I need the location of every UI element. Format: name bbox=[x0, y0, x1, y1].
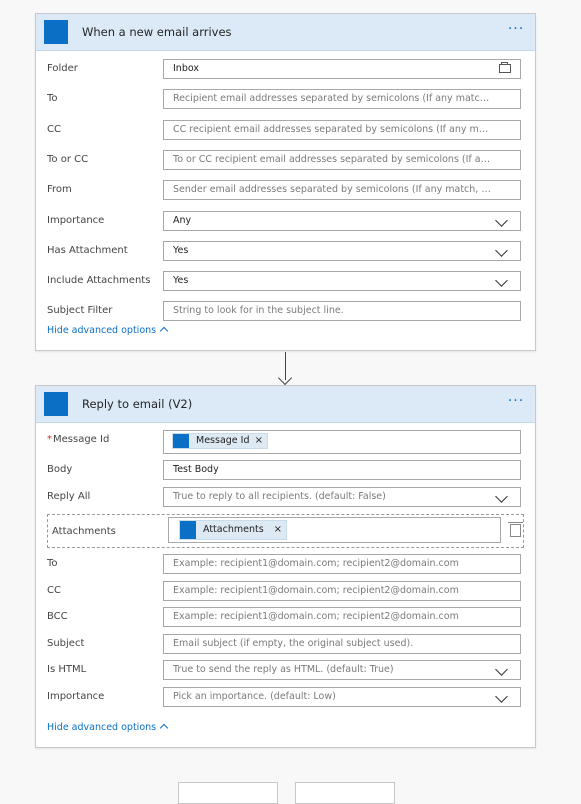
folder-field[interactable]: Inbox bbox=[163, 59, 521, 79]
subject-field[interactable]: Email subject (if empty, the original su… bbox=[163, 633, 521, 654]
importance-dropdown[interactable]: Pick an importance. (default: Low) bbox=[163, 686, 521, 707]
hide-advanced-options-label: Hide advanced options bbox=[47, 325, 157, 336]
from-field[interactable]: Sender email addresses separated by semi… bbox=[163, 180, 521, 201]
field-label-to-or-cc: To or CC bbox=[47, 153, 89, 165]
importance-dropdown[interactable]: Any bbox=[163, 210, 521, 231]
card-title: Reply to email (V2) bbox=[82, 397, 193, 411]
trigger-card-header[interactable]: When a new email arrives ··· bbox=[36, 14, 535, 51]
cc-placeholder: Example: recipient1@domain.com; recipien… bbox=[173, 584, 459, 596]
field-label-subject: Subject bbox=[47, 637, 85, 649]
remove-token-icon[interactable]: × bbox=[274, 521, 282, 539]
field-label-bcc: BCC bbox=[47, 611, 68, 622]
more-options-icon[interactable]: ··· bbox=[506, 392, 526, 410]
include-attachments-dropdown[interactable]: Yes bbox=[163, 271, 521, 292]
field-label-cc: CC bbox=[47, 584, 61, 596]
subject-filter-placeholder: String to look for in the subject line. bbox=[173, 305, 344, 317]
field-label-to: To bbox=[47, 558, 58, 569]
has-attachment-value: Yes bbox=[173, 244, 189, 256]
field-label-has-attachment: Has Attachment bbox=[47, 244, 128, 256]
folder-picker-icon[interactable] bbox=[499, 62, 511, 73]
chevron-up-icon bbox=[159, 326, 169, 336]
more-options-icon[interactable]: ··· bbox=[506, 20, 526, 38]
cc-field[interactable]: CC recipient email addresses separated b… bbox=[163, 119, 521, 140]
folder-value: Inbox bbox=[173, 63, 199, 74]
body-value: Test Body bbox=[173, 464, 219, 475]
token-label: Attachments bbox=[203, 524, 264, 535]
chevron-down-icon[interactable] bbox=[495, 689, 508, 703]
field-label-to: To bbox=[47, 93, 58, 105]
chevron-down-icon[interactable] bbox=[495, 663, 508, 676]
is-html-dropdown[interactable]: True to send the reply as HTML. (default… bbox=[163, 660, 521, 680]
field-label-subject-filter: Subject Filter bbox=[47, 305, 113, 317]
is-html-placeholder: True to send the reply as HTML. (default… bbox=[173, 664, 394, 675]
bcc-field[interactable]: Example: recipient1@domain.com; recipien… bbox=[163, 607, 521, 627]
reply-all-placeholder: True to reply to all recipients. (defaul… bbox=[173, 491, 386, 502]
field-label-message-id: *Message Id bbox=[47, 434, 109, 445]
cc-placeholder: CC recipient email addresses separated b… bbox=[173, 123, 492, 135]
hide-advanced-options-label: Hide advanced options bbox=[47, 722, 157, 733]
field-label-is-html: Is HTML bbox=[47, 664, 87, 675]
attachments-field[interactable]: Attachments × bbox=[168, 517, 501, 543]
required-mark: * bbox=[47, 434, 52, 445]
subject-placeholder: Email subject (if empty, the original su… bbox=[173, 637, 414, 649]
field-label-folder: Folder bbox=[47, 63, 78, 74]
chevron-down-icon[interactable] bbox=[495, 490, 508, 503]
new-step-button[interactable] bbox=[178, 782, 278, 804]
field-label-attachments: Attachments bbox=[52, 526, 116, 537]
message-id-token[interactable]: Message Id × bbox=[172, 433, 268, 449]
to-placeholder: Recipient email addresses separated by s… bbox=[173, 93, 492, 105]
include-attachments-value: Yes bbox=[173, 275, 189, 287]
importance-placeholder: Pick an importance. (default: Low) bbox=[173, 690, 336, 702]
has-attachment-dropdown[interactable]: Yes bbox=[163, 240, 521, 261]
outlook-icon bbox=[173, 434, 189, 448]
reply-all-dropdown[interactable]: True to reply to all recipients. (defaul… bbox=[163, 487, 521, 507]
outlook-icon bbox=[180, 521, 196, 539]
action-card-header[interactable]: Reply to email (V2) ··· bbox=[36, 386, 535, 423]
outlook-icon bbox=[44, 392, 68, 416]
message-id-label: Message Id bbox=[53, 434, 110, 445]
to-field[interactable]: Recipient email addresses separated by s… bbox=[163, 89, 521, 110]
arrow-down-icon bbox=[277, 370, 293, 386]
bcc-placeholder: Example: recipient1@domain.com; recipien… bbox=[173, 611, 459, 622]
to-or-cc-placeholder: To or CC recipient email addresses separ… bbox=[173, 153, 492, 165]
chevron-down-icon[interactable] bbox=[495, 213, 508, 227]
field-label-importance: Importance bbox=[47, 214, 105, 226]
cc-field[interactable]: Example: recipient1@domain.com; recipien… bbox=[163, 580, 521, 601]
action-card: Reply to email (V2) ··· *Message Id Mess… bbox=[35, 385, 536, 748]
field-label-body: Body bbox=[47, 464, 73, 475]
token-label: Message Id bbox=[196, 435, 250, 446]
trigger-card: When a new email arrives ··· Folder Inbox… bbox=[35, 13, 536, 351]
attachments-section: Attachments Attachments × bbox=[47, 514, 524, 548]
save-button[interactable] bbox=[295, 782, 395, 804]
subject-filter-field[interactable]: String to look for in the subject line. bbox=[163, 301, 521, 322]
field-label-include-attachments: Include Attachments bbox=[47, 275, 151, 287]
remove-token-icon[interactable]: × bbox=[255, 434, 263, 448]
hide-advanced-options-link[interactable]: Hide advanced options bbox=[47, 722, 169, 733]
attachments-token[interactable]: Attachments × bbox=[179, 520, 287, 540]
delete-icon[interactable] bbox=[508, 522, 523, 537]
field-label-importance: Importance bbox=[47, 690, 105, 702]
message-id-field[interactable]: Message Id × bbox=[163, 430, 521, 454]
chevron-up-icon bbox=[159, 723, 169, 733]
to-placeholder: Example: recipient1@domain.com; recipien… bbox=[173, 558, 459, 569]
field-label-reply-all: Reply All bbox=[47, 491, 91, 502]
outlook-icon bbox=[44, 20, 68, 44]
field-label-cc: CC bbox=[47, 123, 61, 135]
chevron-down-icon[interactable] bbox=[495, 274, 508, 287]
importance-value: Any bbox=[173, 214, 192, 226]
to-or-cc-field[interactable]: To or CC recipient email addresses separ… bbox=[163, 149, 521, 170]
hide-advanced-options-link[interactable]: Hide advanced options bbox=[47, 325, 169, 336]
card-title: When a new email arrives bbox=[82, 25, 232, 39]
chevron-down-icon[interactable] bbox=[495, 243, 508, 257]
from-placeholder: Sender email addresses separated by semi… bbox=[173, 184, 492, 196]
body-field[interactable]: Test Body bbox=[163, 460, 521, 480]
to-field[interactable]: Example: recipient1@domain.com; recipien… bbox=[163, 554, 521, 574]
field-label-from: From bbox=[47, 184, 72, 196]
